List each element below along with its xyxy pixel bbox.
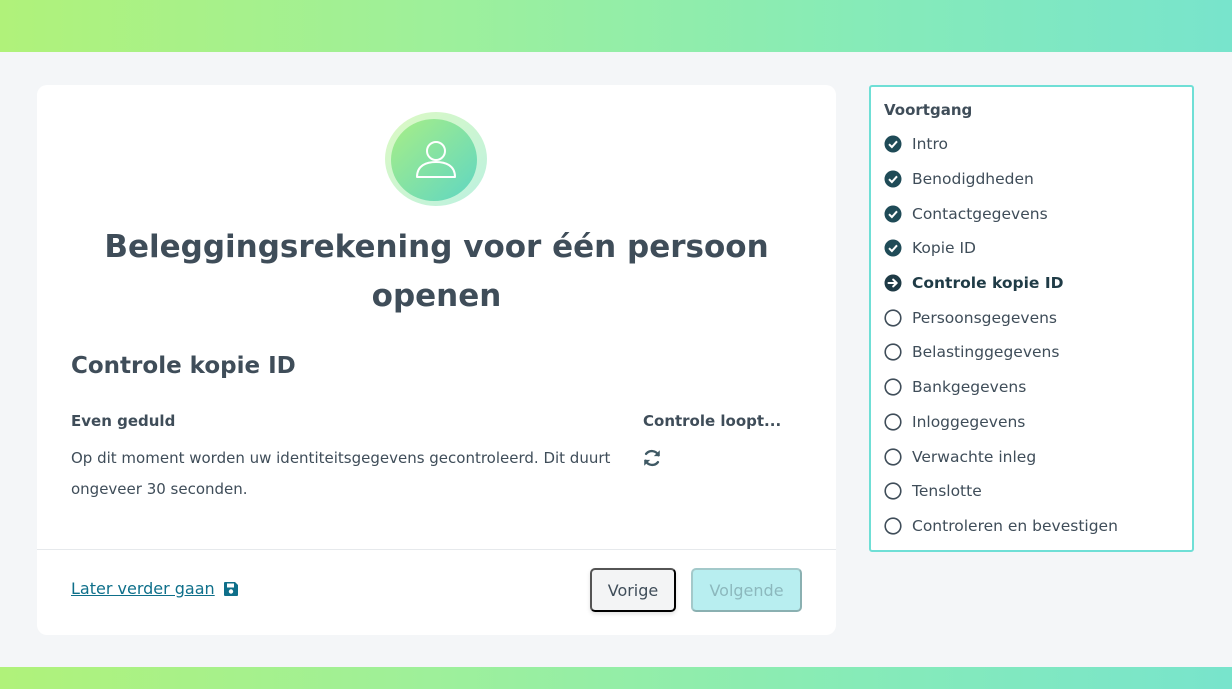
progress-step: Kopie ID — [884, 231, 1118, 266]
progress-step-label: Verwachte inleg — [912, 447, 1037, 466]
top-gradient-band — [0, 0, 1232, 52]
progress-step-current: Controle kopie ID — [884, 266, 1118, 301]
progress-step: Controleren en bevestigen — [884, 509, 1118, 544]
progress-step-label: Inloggegevens — [912, 412, 1026, 431]
empty-circle-icon — [884, 517, 902, 535]
progress-step: Benodigdheden — [884, 162, 1118, 197]
previous-button[interactable]: Vorige — [590, 568, 676, 612]
progress-step-label: Contactgegevens — [912, 204, 1048, 223]
progress-panel: Voortgang Intro Benodigdheden Contactgeg… — [869, 85, 1194, 552]
progress-step: Tenslotte — [884, 474, 1118, 509]
progress-step: Verwachte inleg — [884, 439, 1118, 474]
progress-step-label: Controleren en bevestigen — [912, 516, 1118, 535]
check-circle-icon — [884, 135, 902, 153]
status-label: Controle loopt... — [643, 412, 782, 430]
wait-text: Op dit moment worden uw identiteitsgegev… — [71, 449, 611, 498]
progress-steps: Intro Benodigdheden Contactgegevens Kopi… — [884, 127, 1118, 543]
progress-step: Belastinggegevens — [884, 335, 1118, 370]
progress-step: Intro — [884, 127, 1118, 162]
empty-circle-icon — [884, 482, 902, 500]
sync-icon — [644, 449, 660, 467]
progress-title: Voortgang — [884, 101, 973, 119]
empty-circle-icon — [884, 343, 902, 362]
progress-step-label: Intro — [912, 135, 948, 154]
page-title: Beleggingsrekening voor één persoon open… — [104, 229, 769, 314]
progress-step-label: Kopie ID — [912, 239, 976, 258]
check-circle-icon — [884, 205, 902, 223]
progress-step: Inloggegevens — [884, 405, 1118, 440]
progress-step: Persoonsgegevens — [884, 300, 1118, 335]
floppy-disk-icon — [223, 581, 238, 596]
section-title: Controle kopie ID — [71, 353, 296, 379]
empty-circle-icon — [884, 309, 902, 327]
check-circle-icon — [884, 239, 902, 257]
empty-circle-icon — [884, 378, 902, 396]
empty-circle-icon — [884, 447, 902, 466]
next-button[interactable]: Volgende — [691, 568, 802, 612]
footer-divider — [37, 549, 836, 550]
empty-circle-icon — [884, 413, 902, 431]
progress-step-label: Controle kopie ID — [912, 274, 1064, 293]
user-icon — [385, 112, 487, 206]
progress-step: Contactgegevens — [884, 196, 1118, 231]
wait-label: Even geduld — [71, 412, 176, 430]
later-link-label: Later verder gaan — [71, 579, 215, 598]
later-continue-link[interactable]: Later verder gaan — [71, 579, 239, 598]
bottom-gradient-band — [0, 667, 1232, 689]
progress-step: Bankgegevens — [884, 370, 1118, 405]
arrow-circle-icon — [884, 274, 902, 292]
progress-step-label: Persoonsgegevens — [912, 308, 1058, 327]
progress-step-label: Benodigdheden — [912, 170, 1034, 189]
check-circle-icon — [884, 170, 902, 188]
progress-step-label: Bankgegevens — [912, 378, 1027, 397]
progress-step-label: Belastinggegevens — [912, 343, 1060, 362]
progress-step-label: Tenslotte — [912, 482, 982, 501]
main-card: Beleggingsrekening voor één persoon open… — [37, 85, 836, 635]
